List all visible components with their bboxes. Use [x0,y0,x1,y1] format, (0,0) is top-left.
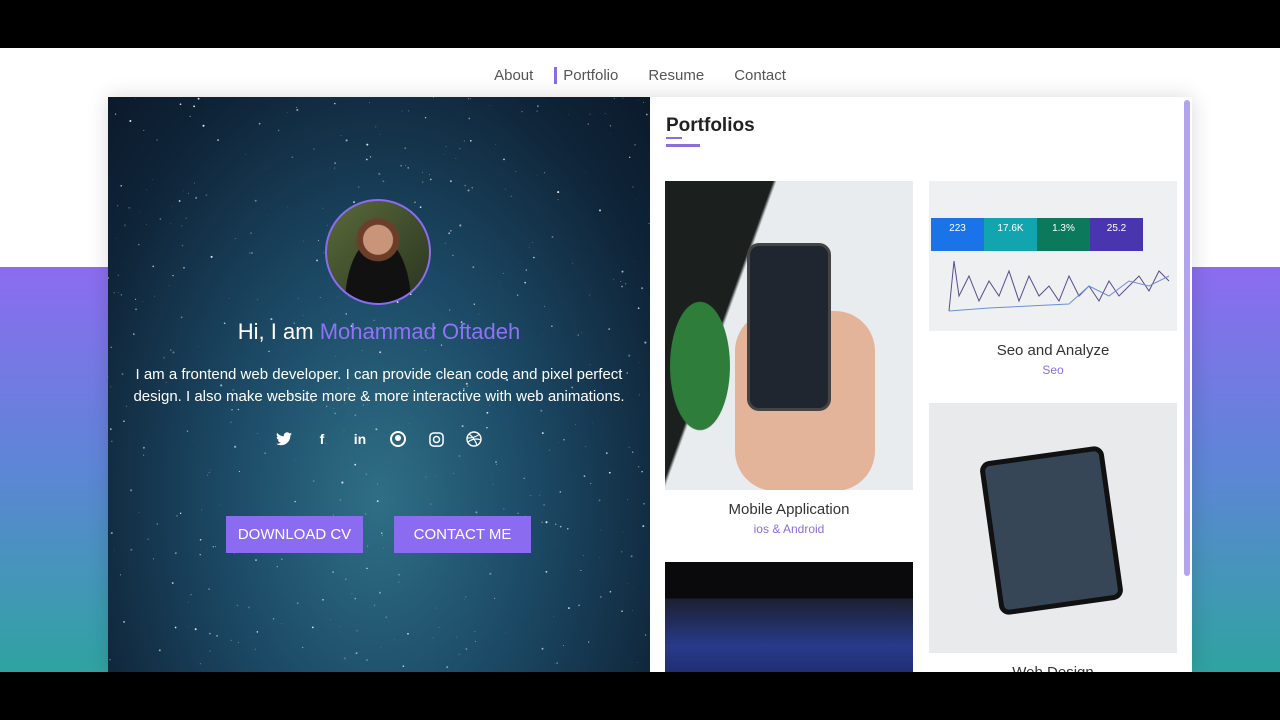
portfolio-image [665,181,913,490]
contact-me-button[interactable]: CONTACT ME [389,516,531,558]
social-links: f in [108,430,650,448]
main-nav: About Portfolio Resume Contact [0,66,1280,86]
stat-tile: 25.2 [1090,218,1143,251]
portfolio-panel: Portfolios Mobile Application ios & Andr… [650,97,1192,672]
linkedin-icon[interactable]: in [351,430,369,448]
portfolio-item-seo[interactable]: 223 17.6K 1.3% 25.2 Seo and Analyze Seo [929,181,1177,377]
avatar [325,199,431,305]
stat-tile: 17.6K [984,218,1037,251]
title-underline [666,137,682,139]
letterbox-top [0,0,1280,48]
main-card: Hi, I am Mohammad Oftadeh I am a fronten… [108,97,1192,672]
stat-tile: 223 [931,218,984,251]
nav-resume[interactable]: Resume [633,66,719,86]
portfolio-image [929,403,1177,653]
portfolio-item-web-design[interactable]: Web Design [929,403,1177,672]
portfolio-item-title: Seo and Analyze [996,342,1110,359]
scrollbar[interactable] [1184,100,1190,576]
dribbble-icon[interactable] [465,430,483,448]
portfolio-item-title: Web Design [929,664,1177,672]
portfolio-item-category: Seo [1042,363,1064,377]
portfolio-title: Portfolios [666,115,755,136]
portfolio-item-mobile[interactable]: Mobile Application ios & Android [665,181,913,536]
github-icon[interactable] [389,430,407,448]
nav-portfolio[interactable]: Portfolio [548,66,633,86]
portfolio-image [665,562,913,672]
portfolio-item-dashboard[interactable] [665,562,913,672]
letterbox-bottom [0,672,1280,720]
nav-about[interactable]: About [479,66,548,86]
download-cv-button[interactable]: DOWNLOAD CV [221,516,363,558]
stat-tile: 1.3% [1037,218,1090,251]
portfolio-image: 223 17.6K 1.3% 25.2 [929,181,1177,331]
facebook-icon[interactable]: f [313,430,331,448]
profile-description: I am a frontend web developer. I can pro… [133,366,625,405]
instagram-icon[interactable] [427,430,445,448]
greeting-text: Hi, I am [237,319,314,344]
nav-contact[interactable]: Contact [719,66,801,86]
profile-name: Mohammad Oftadeh [319,319,521,344]
title-underline [666,144,700,147]
profile-panel: Hi, I am Mohammad Oftadeh I am a fronten… [108,97,650,672]
portfolio-item-title: Mobile Application [728,501,850,518]
portfolio-item-category: ios & Android [753,522,825,536]
greeting: Hi, I am Mohammad Oftadeh [108,319,650,345]
twitter-icon[interactable] [275,430,293,448]
